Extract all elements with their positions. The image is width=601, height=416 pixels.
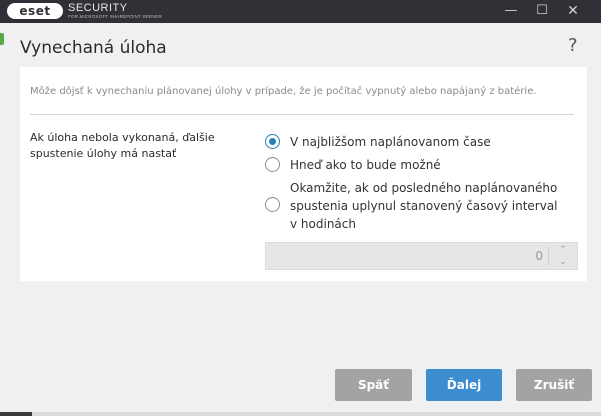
radio-option-label: V najbližšom naplánovanom čase: [290, 135, 491, 149]
description-text: Môže dôjsť k vynechaniu plánovanej úlohy…: [30, 86, 537, 97]
status-edge-indicator: [0, 33, 4, 45]
help-icon[interactable]: ?: [568, 35, 578, 57]
radio-option-label: Hneď ako to bude možné: [290, 158, 441, 172]
title-bar: eset SECURITY FOR MICROSOFT SHAREPOINT S…: [0, 0, 601, 23]
cancel-button[interactable]: Zrušiť: [516, 369, 592, 401]
settings-panel: Môže dôjsť k vynechaniu plánovanej úlohy…: [20, 67, 587, 281]
eset-logo: eset: [7, 3, 63, 19]
minimize-button[interactable]: —: [496, 0, 526, 23]
page-title: Vynechaná úloha: [20, 38, 167, 58]
interval-hours-stepper[interactable]: 0 ⌃ ⌄: [265, 242, 578, 270]
next-button[interactable]: Ďalej: [426, 369, 502, 401]
radio-option-asap[interactable]: Hneď ako to bude možné: [265, 156, 441, 174]
product-name: SECURITY: [68, 2, 128, 14]
chevron-up-icon[interactable]: ⌃: [557, 245, 569, 255]
maximize-button[interactable]: ☐: [527, 0, 557, 23]
close-button[interactable]: ✕: [558, 0, 588, 23]
setting-label: Ak úloha nebola vykonaná, ďalšie spusten…: [30, 131, 215, 160]
stepper-value: 0: [535, 249, 543, 263]
dialog-footer: [0, 282, 601, 416]
dialog-window: eset SECURITY FOR MICROSOFT SHAREPOINT S…: [0, 0, 601, 416]
product-subtitle: FOR MICROSOFT SHAREPOINT SERVER: [68, 14, 162, 19]
radio-unchecked-icon[interactable]: [265, 197, 280, 212]
chevron-down-icon[interactable]: ⌄: [557, 257, 569, 267]
back-button[interactable]: Späť: [335, 369, 412, 401]
radio-option-label: Okamžite, ak od posledného naplánovaného…: [290, 181, 558, 231]
radio-checked-icon[interactable]: [265, 134, 280, 149]
stepper-divider: [548, 247, 549, 265]
radio-option-interval[interactable]: Okamžite, ak od posledného naplánovaného…: [265, 179, 565, 233]
radio-unchecked-icon[interactable]: [265, 157, 280, 172]
radio-option-next-scheduled[interactable]: V najbližšom naplánovanom čase: [265, 133, 491, 151]
divider: [30, 114, 574, 115]
window-bottom-edge-light: [32, 412, 601, 416]
